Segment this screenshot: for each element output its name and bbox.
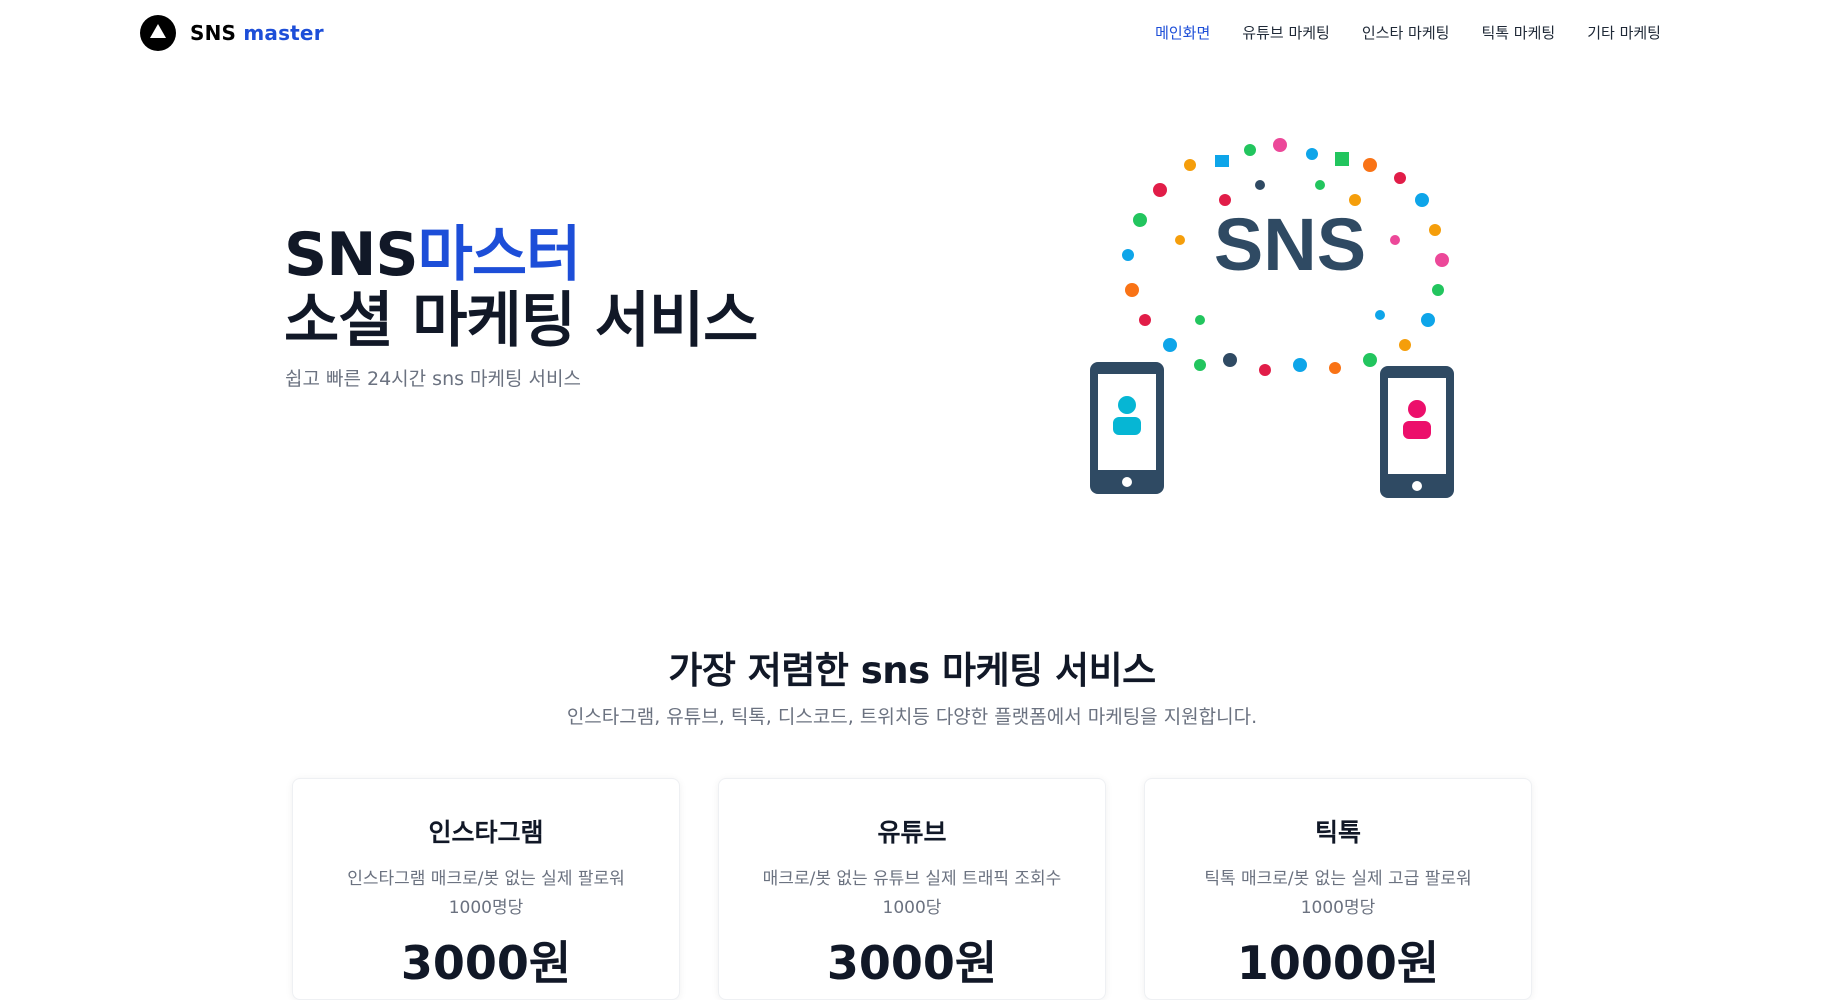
section-title: 가장 저렴한 sns 마케팅 서비스 (668, 649, 1156, 692)
card-price: 3000원 (826, 936, 998, 990)
site-header: SNS master 메인화면 유튜브 마케팅 인스타 마케팅 틱톡 마케팅 기… (0, 0, 1824, 66)
card-price: 3000원 (400, 936, 572, 990)
service-card-instagram[interactable]: 인스타그램 인스타그램 매크로/봇 없는 실제 팔로워 1000명당 3000원 (292, 778, 680, 1000)
card-desc-line2: 1000당 (882, 898, 942, 918)
logo[interactable]: SNS master (140, 15, 324, 51)
card-desc-line1: 매크로/봇 없는 유튜브 실제 트래픽 조회수 (762, 869, 1062, 889)
illustration-sns-text: SNS (1214, 203, 1366, 286)
card-desc-line1: 인스타그램 매크로/봇 없는 실제 팔로워 (347, 869, 625, 889)
card-description: 매크로/봇 없는 유튜브 실제 트래픽 조회수 1000당 (719, 865, 1105, 923)
hero-title: SNS마스터 소셜 마케팅 서비스 (284, 220, 758, 356)
card-desc-line1: 틱톡 매크로/봇 없는 실제 고급 팔로워 (1204, 869, 1472, 889)
hero-title-line2: 소셜 마케팅 서비스 (284, 286, 758, 356)
card-price: 10000원 (1236, 936, 1440, 990)
card-name: 유튜브 (877, 818, 947, 847)
logo-text: SNS master (190, 21, 324, 45)
phone-right-icon (1380, 366, 1454, 498)
nav-youtube-marketing[interactable]: 유튜브 마케팅 (1242, 22, 1330, 43)
section-subtitle: 인스타그램, 유튜브, 틱톡, 디스코드, 트위치등 다양한 플랫폼에서 마케팅… (566, 706, 1258, 728)
card-desc-line2: 1000명당 (1300, 898, 1376, 918)
nav-other-marketing[interactable]: 기타 마케팅 (1587, 22, 1661, 43)
hero-title-sns: SNS (284, 220, 419, 290)
hero-title-master: 마스터 (417, 220, 582, 290)
nav-instagram-marketing[interactable]: 인스타 마케팅 (1362, 22, 1450, 43)
nav-home[interactable]: 메인화면 (1155, 22, 1210, 43)
card-description: 인스타그램 매크로/봇 없는 실제 팔로워 1000명당 (293, 865, 679, 923)
phone-left-icon (1090, 362, 1164, 494)
hero-subtitle: 쉽고 빠른 24시간 sns 마케팅 서비스 (285, 368, 581, 390)
service-card-tiktok[interactable]: 틱톡 틱톡 매크로/봇 없는 실제 고급 팔로워 1000명당 10000원 (1144, 778, 1532, 1000)
service-card-youtube[interactable]: 유튜브 매크로/봇 없는 유튜브 실제 트래픽 조회수 1000당 3000원 (718, 778, 1106, 1000)
logo-triangle-icon (140, 15, 176, 51)
nav-tiktok-marketing[interactable]: 틱톡 마케팅 (1481, 22, 1555, 43)
main-nav: 메인화면 유튜브 마케팅 인스타 마케팅 틱톡 마케팅 기타 마케팅 (1155, 22, 1661, 43)
sns-illustration: SNS (1090, 138, 1454, 498)
logo-primary: SNS (190, 21, 237, 45)
logo-accent: master (243, 21, 324, 45)
card-name: 틱톡 (1314, 818, 1361, 847)
card-desc-line2: 1000명당 (448, 898, 524, 918)
card-description: 틱톡 매크로/봇 없는 실제 고급 팔로워 1000명당 (1145, 865, 1531, 923)
card-name: 인스타그램 (428, 818, 544, 847)
